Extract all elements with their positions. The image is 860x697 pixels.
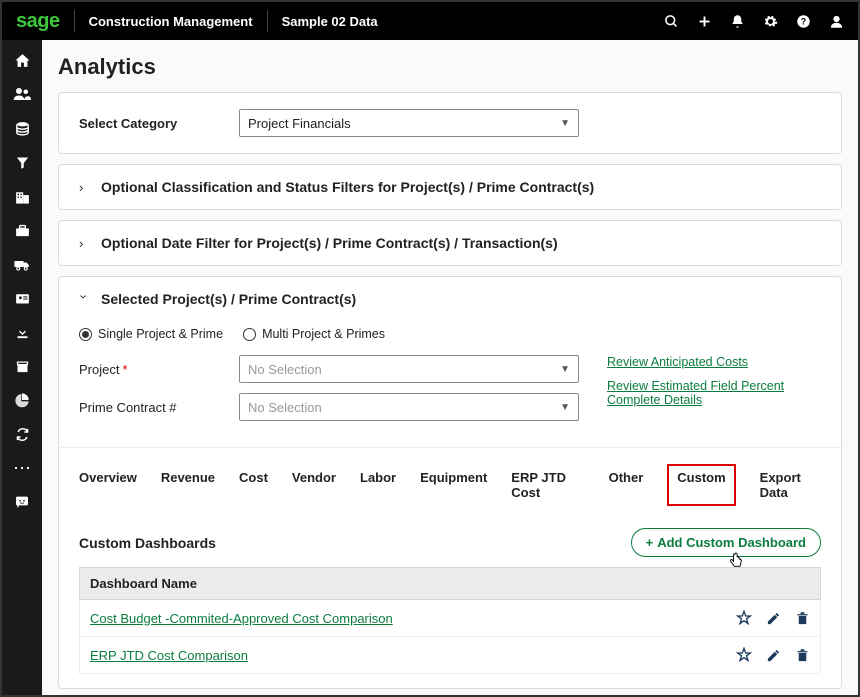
radio-on-icon xyxy=(79,328,92,341)
prime-contract-label: Prime Contract # xyxy=(79,400,239,415)
user-icon[interactable] xyxy=(829,14,844,29)
category-label: Select Category xyxy=(79,116,239,131)
chevron-right-icon: › xyxy=(79,180,89,195)
selected-projects-title: Selected Project(s) / Prime Contract(s) xyxy=(101,291,356,307)
tab-vendor[interactable]: Vendor xyxy=(292,470,336,506)
top-bar: sage Construction Management Sample 02 D… xyxy=(2,2,858,40)
truck-icon[interactable] xyxy=(12,254,32,274)
table-row: ERP JTD Cost Comparison xyxy=(79,637,821,674)
chevron-down-icon: ▼ xyxy=(560,402,570,413)
chevron-down-icon: › xyxy=(77,294,92,304)
app-name: Construction Management xyxy=(89,14,253,29)
date-filter-toggle[interactable]: › Optional Date Filter for Project(s) / … xyxy=(59,221,841,265)
star-icon[interactable] xyxy=(736,610,752,626)
dashboards-table: Dashboard Name Cost Budget -Commited-App… xyxy=(59,567,841,688)
classification-filter-panel: › Optional Classification and Status Fil… xyxy=(58,164,842,210)
bell-icon[interactable] xyxy=(730,14,745,29)
home-icon[interactable] xyxy=(12,50,32,70)
project-label: Project* xyxy=(79,362,239,377)
toolbox-icon[interactable] xyxy=(12,220,32,240)
radio-single-project[interactable]: Single Project & Prime xyxy=(79,327,223,341)
selected-projects-panel: › Selected Project(s) / Prime Contract(s… xyxy=(58,276,842,689)
prime-placeholder: No Selection xyxy=(248,400,322,415)
table-header: Dashboard Name xyxy=(79,567,821,600)
filter-icon[interactable] xyxy=(12,152,32,172)
add-icon[interactable] xyxy=(697,14,712,29)
trash-icon[interactable] xyxy=(795,611,810,626)
date-filter-panel: › Optional Date Filter for Project(s) / … xyxy=(58,220,842,266)
tab-cost[interactable]: Cost xyxy=(239,470,268,506)
divider xyxy=(267,10,268,32)
help-icon[interactable]: ? xyxy=(796,14,811,29)
tab-equipment[interactable]: Equipment xyxy=(420,470,487,506)
gear-icon[interactable] xyxy=(763,14,778,29)
custom-dashboards-title: Custom Dashboards xyxy=(79,535,631,551)
star-icon[interactable] xyxy=(736,647,752,663)
calendar-icon[interactable] xyxy=(12,356,32,376)
edit-icon[interactable] xyxy=(766,611,781,626)
trash-icon[interactable] xyxy=(795,648,810,663)
tab-erp-jtd[interactable]: ERP JTD Cost xyxy=(511,470,584,506)
radio-multi-project[interactable]: Multi Project & Primes xyxy=(243,327,385,341)
pie-chart-icon[interactable] xyxy=(12,390,32,410)
table-row: Cost Budget -Commited-Approved Cost Comp… xyxy=(79,600,821,637)
download-icon[interactable] xyxy=(12,322,32,342)
radio-multi-label: Multi Project & Primes xyxy=(262,327,385,341)
svg-text:?: ? xyxy=(801,16,806,26)
tenant-name: Sample 02 Data xyxy=(282,14,378,29)
add-custom-dashboard-button[interactable]: + Add Custom Dashboard xyxy=(631,528,821,557)
page-title: Analytics xyxy=(58,54,842,80)
project-placeholder: No Selection xyxy=(248,362,322,377)
radio-off-icon xyxy=(243,328,256,341)
coins-icon[interactable] xyxy=(12,118,32,138)
col-dashboard-name: Dashboard Name xyxy=(90,576,197,591)
tab-custom[interactable]: Custom xyxy=(667,464,735,506)
category-value: Project Financials xyxy=(248,116,351,131)
project-select[interactable]: No Selection ▼ xyxy=(239,355,579,383)
review-anticipated-link[interactable]: Review Anticipated Costs xyxy=(607,355,821,369)
building-icon[interactable] xyxy=(12,186,32,206)
main-content: Analytics Select Category Project Financ… xyxy=(42,40,858,695)
radio-single-label: Single Project & Prime xyxy=(98,327,223,341)
divider xyxy=(74,10,75,32)
people-icon[interactable] xyxy=(12,84,32,104)
chevron-down-icon: ▼ xyxy=(560,118,570,129)
plus-icon: + xyxy=(646,535,654,550)
dashboard-link[interactable]: Cost Budget -Commited-Approved Cost Comp… xyxy=(90,611,722,626)
classification-filter-toggle[interactable]: › Optional Classification and Status Fil… xyxy=(59,165,841,209)
review-estimated-link[interactable]: Review Estimated Field Percent Complete … xyxy=(607,379,821,407)
left-nav: ⋯ xyxy=(2,40,42,695)
chevron-down-icon: ▼ xyxy=(560,364,570,375)
search-icon[interactable] xyxy=(664,14,679,29)
dashboard-link[interactable]: ERP JTD Cost Comparison xyxy=(90,648,722,663)
chevron-right-icon: › xyxy=(79,236,89,251)
category-select[interactable]: Project Financials ▼ xyxy=(239,109,579,137)
tab-other[interactable]: Other xyxy=(609,470,644,506)
chat-icon[interactable] xyxy=(12,492,32,512)
tab-revenue[interactable]: Revenue xyxy=(161,470,215,506)
add-button-label: Add Custom Dashboard xyxy=(657,535,806,550)
prime-contract-select[interactable]: No Selection ▼ xyxy=(239,393,579,421)
refresh-icon[interactable] xyxy=(12,424,32,444)
more-icon[interactable]: ⋯ xyxy=(12,458,32,478)
tab-labor[interactable]: Labor xyxy=(360,470,396,506)
tab-bar: Overview Revenue Cost Vendor Labor Equip… xyxy=(59,447,841,516)
tab-export[interactable]: Export Data xyxy=(760,470,821,506)
edit-icon[interactable] xyxy=(766,648,781,663)
logo: sage xyxy=(16,10,60,33)
id-card-icon[interactable] xyxy=(12,288,32,308)
category-panel: Select Category Project Financials ▼ xyxy=(58,92,842,154)
tab-overview[interactable]: Overview xyxy=(79,470,137,506)
selected-projects-toggle[interactable]: › Selected Project(s) / Prime Contract(s… xyxy=(59,277,841,321)
date-filter-title: Optional Date Filter for Project(s) / Pr… xyxy=(101,235,558,251)
classification-filter-title: Optional Classification and Status Filte… xyxy=(101,179,594,195)
